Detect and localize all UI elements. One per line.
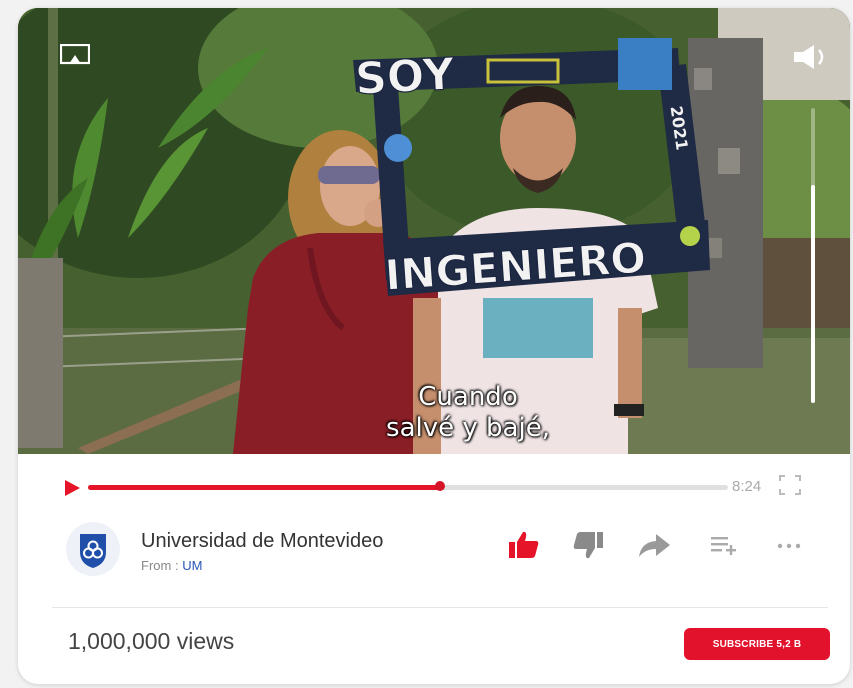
dislike-icon	[573, 532, 603, 559]
play-button[interactable]	[62, 478, 82, 498]
volume-button[interactable]	[792, 44, 832, 70]
add-to-playlist-icon	[711, 537, 736, 555]
divider	[52, 607, 828, 608]
more-icon	[777, 543, 801, 549]
frame-sign-top-text: SOY	[354, 49, 457, 105]
from-link[interactable]: UM	[182, 558, 202, 573]
university-logo-icon	[80, 534, 106, 568]
from-label: From :	[141, 558, 179, 573]
share-button[interactable]	[636, 528, 672, 562]
like-icon	[509, 531, 539, 558]
volume-slider[interactable]	[811, 108, 815, 403]
fullscreen-icon	[779, 475, 801, 495]
cast-icon	[59, 43, 91, 65]
more-options-button[interactable]	[772, 528, 808, 562]
caption-line-2: salvé y bajé,	[386, 413, 550, 443]
channel-avatar[interactable]	[66, 522, 120, 576]
channel-source: From : UM	[141, 558, 202, 573]
play-icon	[65, 480, 80, 496]
seek-bar-handle[interactable]	[435, 481, 445, 491]
view-count: 1,000,000 views	[68, 628, 235, 654]
fullscreen-button[interactable]	[778, 474, 802, 496]
volume-slider-fill	[811, 184, 815, 403]
share-icon	[639, 534, 670, 557]
seek-bar[interactable]	[88, 481, 728, 491]
volume-icon	[794, 45, 824, 69]
caption-line-1: Cuando	[418, 382, 518, 412]
subtitle-caption: Cuando salvé y bajé,	[268, 382, 668, 444]
cast-button[interactable]	[59, 43, 91, 66]
like-button[interactable]	[506, 528, 542, 562]
channel-name[interactable]: Universidad de Montevideo	[141, 530, 383, 553]
video-duration: 8:24	[732, 478, 762, 495]
add-to-playlist-button[interactable]	[708, 528, 744, 562]
dislike-button[interactable]	[570, 528, 606, 562]
seek-bar-progress	[88, 485, 440, 490]
video-card: SOY INGENIERO 2021 Cuando salvé y bajé, …	[18, 8, 850, 684]
subscribe-button[interactable]: SUBSCRIBE 5,2 B	[684, 628, 830, 660]
video-player[interactable]: SOY INGENIERO 2021 Cuando salvé y bajé,	[18, 8, 850, 454]
